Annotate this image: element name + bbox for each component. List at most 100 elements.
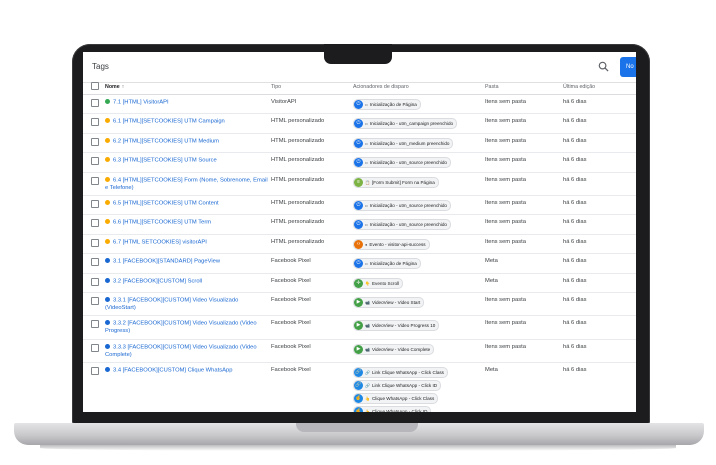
row-checkbox[interactable] [91, 137, 99, 146]
tag-name-cell[interactable]: 6.2 [HTML][SETCOOKIES] UTM Medium [104, 133, 270, 154]
trigger-chip[interactable]: ≡ 📋 [Form Submit] Form na Página [353, 176, 483, 188]
trigger-chip[interactable]: ⏻ •• Inicialização de Página [353, 99, 483, 110]
tag-name-cell[interactable]: 7.1 [HTML] VisitorAPI [104, 94, 270, 115]
column-header-name[interactable]: Nome ↑ [104, 79, 270, 95]
table-row[interactable]: 6.6 [HTML][SETCOOKIES] UTM Term HTML pers… [83, 214, 636, 235]
table-row[interactable]: 3.1 [FACEBOOK][STANDARD] PageView Faceboo… [83, 253, 636, 274]
trigger-label: Inicialização - utm_medium preenchido [369, 140, 450, 146]
tag-name-link[interactable]: 6.6 [HTML][SETCOOKIES] UTM Term [113, 220, 211, 226]
page-title: Tags [92, 62, 109, 71]
search-icon[interactable] [598, 61, 609, 72]
tag-status-dot [105, 343, 110, 349]
tag-name-cell[interactable]: 6.7 [HTML SETCOOKIES] visitorAPI [104, 234, 270, 255]
tag-name-link[interactable]: 6.5 [HTML][SETCOOKIES] UTM Content [113, 200, 219, 206]
trigger-type-icon: 📋 [365, 179, 370, 185]
table-row[interactable]: 6.2 [HTML][SETCOOKIES] UTM Medium HTML pe… [83, 133, 636, 154]
trigger-chip[interactable]: ▶ 📹 VideoView - Video Progress 10 [353, 320, 483, 332]
row-checkbox[interactable] [91, 157, 99, 166]
tag-status-dot [105, 238, 110, 244]
row-checkbox[interactable] [91, 118, 99, 127]
row-checkbox[interactable] [91, 296, 99, 305]
table-row[interactable]: 6.7 [HTML SETCOOKIES] visitorAPI HTML per… [83, 234, 636, 255]
tag-name-link[interactable]: 3.3.3 [FACEBOOK][CUSTOM] Video Visualiza… [105, 344, 257, 357]
row-checkbox[interactable] [91, 343, 99, 352]
tag-name-link[interactable]: 3.2 [FACEBOOK][CUSTOM] Scroll [113, 278, 202, 284]
table-row[interactable]: 3.3.2 [FACEBOOK][CUSTOM] Video Visualiza… [83, 315, 636, 340]
table-row[interactable]: 6.1 [HTML][SETCOOKIES] UTM Campaign HTML … [83, 113, 636, 134]
tag-name-cell[interactable]: 3.1 [FACEBOOK][STANDARD] PageView [104, 253, 270, 274]
tag-name-cell[interactable]: 6.1 [HTML][SETCOOKIES] UTM Campaign [104, 113, 270, 134]
trigger-chip[interactable]: ‹› ● Evento - visitor-api-success [353, 238, 483, 250]
trigger-chip[interactable]: ⏻ •• Inicialização - utm_campaign preenchi… [353, 118, 483, 130]
click-icon: ☝ [354, 393, 363, 403]
tag-name-link[interactable]: 3.1 [FACEBOOK][STANDARD] PageView [113, 259, 220, 265]
row-checkbox[interactable] [91, 99, 99, 107]
tag-name-link[interactable]: 7.1 [HTML] VisitorAPI [113, 100, 169, 106]
tag-name-cell[interactable]: 6.4 [HTML][SETCOOKIES] Form (Nome, Sobre… [104, 172, 270, 196]
row-checkbox[interactable] [91, 199, 99, 208]
row-checkbox-cell [83, 214, 104, 235]
new-tag-button[interactable]: No [620, 57, 636, 77]
trigger-chip[interactable]: ☝ 👆 Clique WhatsApp - Click ID [353, 405, 483, 412]
tag-type: Facebook Pixel [270, 315, 352, 340]
tag-last-edited: há 6 dias [562, 339, 636, 363]
tag-name-cell[interactable]: 6.5 [HTML][SETCOOKIES] UTM Content [104, 195, 270, 216]
row-checkbox-cell [83, 362, 104, 412]
tag-name-link[interactable]: 6.1 [HTML][SETCOOKIES] UTM Campaign [113, 119, 225, 125]
trigger-chip[interactable]: ▶ 📹 VideoView - Video Complete [353, 343, 483, 355]
tag-name-link[interactable]: 6.4 [HTML][SETCOOKIES] Form (Nome, Sobre… [105, 177, 268, 190]
tag-name-link[interactable]: 3.3.2 [FACEBOOK][CUSTOM] Video Visualiza… [105, 321, 257, 334]
row-checkbox[interactable] [91, 176, 99, 185]
tag-name-cell[interactable]: 3.3.1 [FACEBOOK][CUSTOM] Video Visualiza… [104, 292, 270, 317]
trigger-chip[interactable]: ⏻ •• Inicialização - utm_medium preenchido [353, 137, 483, 149]
trigger-label: Link Clique WhatsApp - Click ID [371, 382, 438, 388]
tag-name-cell[interactable]: 3.3.3 [FACEBOOK][CUSTOM] Video Visualiza… [104, 339, 270, 363]
tag-name-cell[interactable]: 6.3 [HTML][SETCOOKIES] UTM Source [104, 152, 270, 173]
tag-name-link[interactable]: 3.3.1 [FACEBOOK][CUSTOM] Video Visualiza… [105, 297, 238, 310]
tag-name-cell[interactable]: 3.4 [FACEBOOK][CUSTOM] Clique WhatsApp [104, 362, 270, 412]
column-header-last-edited[interactable]: Última edição [562, 79, 636, 95]
trigger-chip[interactable]: ▶ 📹 VideoView - Video Start [353, 296, 483, 308]
tag-name-link[interactable]: 3.4 [FACEBOOK][CUSTOM] Clique WhatsApp [113, 367, 232, 373]
tag-name-cell[interactable]: 3.3.2 [FACEBOOK][CUSTOM] Video Visualiza… [104, 315, 270, 340]
table-row[interactable]: 3.2 [FACEBOOK][CUSTOM] Scroll Facebook Pi… [83, 273, 636, 293]
table-row[interactable]: 6.4 [HTML][SETCOOKIES] Form (Nome, Sobre… [83, 172, 636, 196]
tag-type: VisitorAPI [270, 94, 352, 115]
select-all-checkbox[interactable] [91, 81, 99, 90]
tag-name-link[interactable]: 6.7 [HTML SETCOOKIES] visitorAPI [113, 239, 207, 245]
row-checkbox[interactable] [91, 277, 99, 286]
trigger-chip[interactable]: ☝ 👆 Clique WhatsApp - Click Class [353, 392, 483, 404]
trigger-chip[interactable]: ⏻ •• Inicialização - utm_source preenchido [353, 199, 483, 211]
trigger-type-icon: 📹 [365, 299, 370, 305]
table-row[interactable]: 6.5 [HTML][SETCOOKIES] UTM Content HTML p… [83, 195, 636, 216]
table-row[interactable]: 3.3.1 [FACEBOOK][CUSTOM] Video Visualiza… [83, 292, 636, 317]
trigger-chip[interactable]: 🔗 🔗 Link Clique WhatsApp - Click Class [353, 366, 483, 378]
table-row[interactable]: 6.3 [HTML][SETCOOKIES] UTM Source HTML pe… [83, 152, 636, 173]
column-header-triggers[interactable]: Acionadores de disparo [352, 79, 484, 95]
tag-status-dot [105, 157, 110, 163]
tag-name-cell[interactable]: 6.6 [HTML][SETCOOKIES] UTM Term [104, 214, 270, 235]
table-row[interactable]: 3.3.3 [FACEBOOK][CUSTOM] Video Visualiza… [83, 339, 636, 363]
column-header-folder[interactable]: Pasta [484, 79, 562, 95]
trigger-chip[interactable]: ⏻ •• Inicialização - utm_source preenchido [353, 157, 483, 169]
row-checkbox[interactable] [91, 320, 99, 329]
tag-folder: Itens sem pasta [484, 234, 562, 255]
row-checkbox[interactable] [91, 366, 99, 375]
column-header-type[interactable]: Tipo [270, 79, 352, 95]
trigger-type-icon: •• [365, 222, 368, 228]
row-checkbox[interactable] [91, 219, 99, 228]
row-checkbox-cell [83, 315, 104, 340]
tag-triggers: ⏻ •• Inicialização - utm_source preenchido [352, 214, 484, 235]
trigger-chip[interactable]: ✛ 👇 Evento Scroll [353, 277, 483, 289]
row-checkbox[interactable] [91, 238, 99, 247]
table-row[interactable]: 3.4 [FACEBOOK][CUSTOM] Clique WhatsApp Fa… [83, 362, 636, 412]
tag-last-edited: há 6 dias [562, 315, 636, 340]
row-checkbox[interactable] [91, 258, 99, 267]
trigger-chip[interactable]: ⏻ •• Inicialização - utm_source preenchido [353, 219, 483, 231]
tag-name-link[interactable]: 6.2 [HTML][SETCOOKIES] UTM Medium [113, 138, 219, 144]
trigger-chip[interactable]: 🔗 🔗 Link Clique WhatsApp - Click ID [353, 379, 483, 391]
tag-name-link[interactable]: 6.3 [HTML][SETCOOKIES] UTM Source [113, 158, 217, 164]
trigger-chip[interactable]: ⏻ •• Inicialização de Página [353, 258, 483, 270]
tag-name-cell[interactable]: 3.2 [FACEBOOK][CUSTOM] Scroll [104, 273, 270, 293]
table-row[interactable]: 7.1 [HTML] VisitorAPI VisitorAPI ⏻ •• Inicia… [83, 94, 636, 115]
